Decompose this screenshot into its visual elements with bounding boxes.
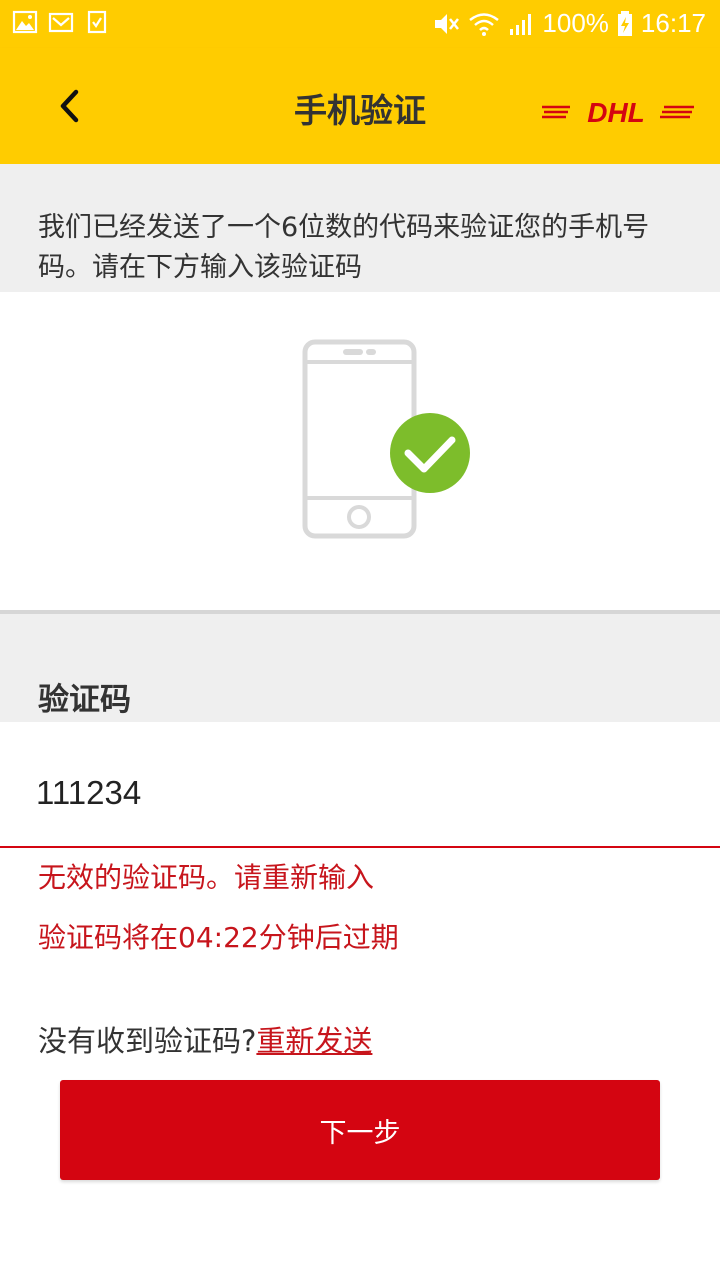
signal-icon [510,13,532,35]
info-panel: 我们已经发送了一个6位数的代码来验证您的手机号码。请在下方输入该验证码 [0,164,720,292]
app-bar: 手机验证 DHL [0,48,720,164]
resend-row: 没有收到验证码?重新发送 [38,1018,372,1060]
wifi-icon [469,12,500,36]
next-button[interactable]: 下一步 [60,1080,660,1180]
checkmark-circle-icon [390,413,470,493]
battery-charging-icon [617,10,632,36]
clipboard-check-icon [87,10,107,34]
verification-illustration [0,292,720,610]
mail-icon [48,12,74,33]
image-icon [12,10,38,34]
dhl-logo: DHL [542,97,694,126]
battery-percent: 100% [542,8,609,38]
dhl-logo-text: DHL [587,97,645,126]
resend-link[interactable]: 重新发送 [256,1024,372,1058]
code-input-underline [0,846,720,848]
code-expiry-message: 验证码将在04:22分钟后过期 [38,921,399,954]
code-section-header: 验证码 [0,614,720,722]
info-message: 我们已经发送了一个6位数的代码来验证您的手机号码。请在下方输入该验证码 [38,212,650,283]
status-bar-system: 100% 16:17 [432,8,706,39]
invalid-code-error: 无效的验证码。请重新输入 [38,861,375,894]
status-bar-notifications [12,10,110,34]
phone-verified-graphic [302,339,470,539]
code-input[interactable] [36,770,676,816]
clock: 16:17 [640,8,706,38]
resend-prompt: 没有收到验证码? [38,1024,257,1058]
status-bar: 100% 16:17 [0,0,720,48]
code-label: 验证码 [38,682,131,718]
mute-icon [435,13,460,34]
